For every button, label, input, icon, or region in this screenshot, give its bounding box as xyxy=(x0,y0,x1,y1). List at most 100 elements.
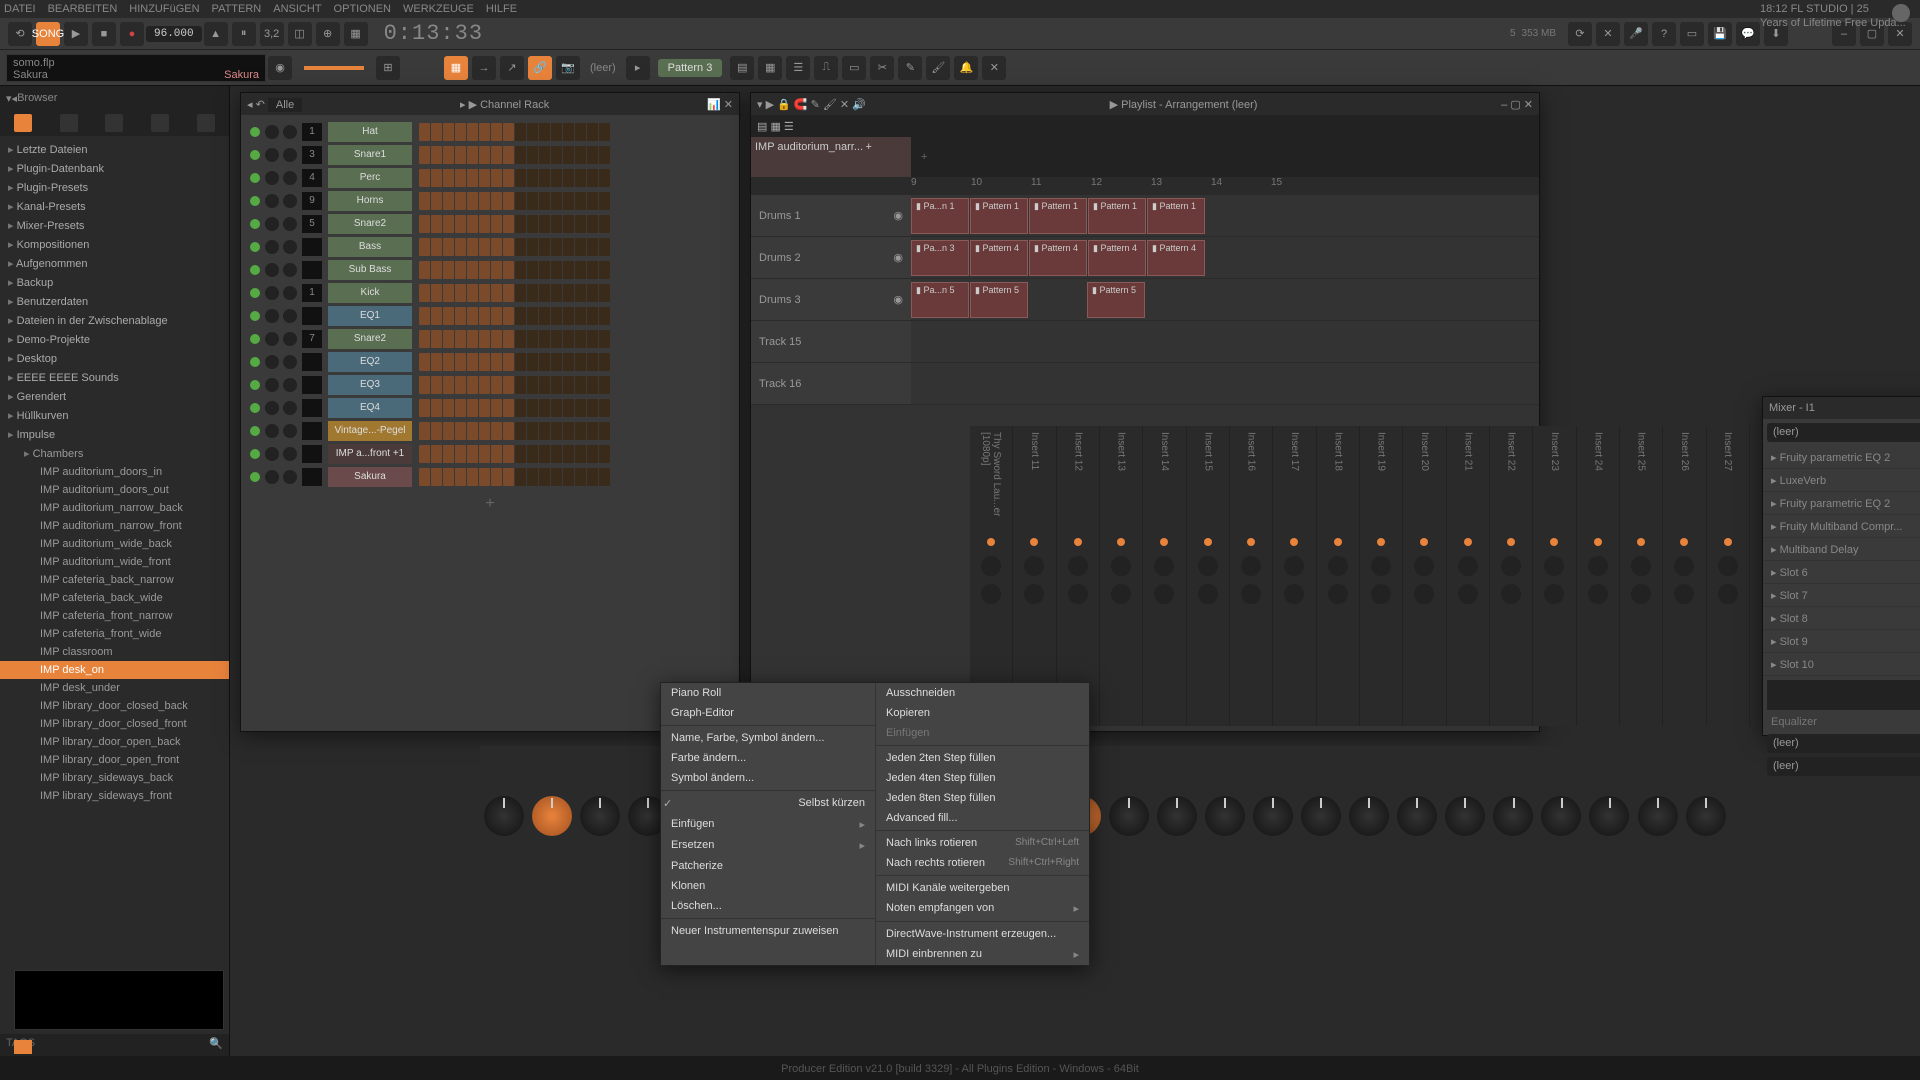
metronome-icon[interactable]: ▲ xyxy=(204,22,228,46)
menu-optionen[interactable]: OPTIONEN xyxy=(334,0,391,18)
insert-pan-knob[interactable] xyxy=(1458,556,1478,576)
channel-name-button[interactable]: Snare2 xyxy=(328,214,412,234)
step-cell[interactable] xyxy=(515,376,526,394)
step-cell[interactable] xyxy=(479,169,490,187)
eq-preview[interactable] xyxy=(1767,680,1920,710)
insert-pan-knob[interactable] xyxy=(1284,556,1304,576)
send-knob[interactable] xyxy=(1686,796,1726,836)
step-cell[interactable] xyxy=(551,146,562,164)
channel-pan-knob[interactable] xyxy=(265,240,279,254)
insert-pan-knob[interactable] xyxy=(981,556,1001,576)
channel-vol-knob[interactable] xyxy=(283,194,297,208)
tree-folder[interactable]: Impulse xyxy=(0,425,229,444)
step-cell[interactable] xyxy=(551,192,562,210)
step-cell[interactable] xyxy=(587,169,598,187)
step-cell[interactable] xyxy=(467,284,478,302)
insert-led[interactable] xyxy=(1680,538,1688,546)
menu-item[interactable]: Patcherize xyxy=(661,856,875,876)
playlist-clip[interactable]: ▮ Pattern 5 xyxy=(970,282,1028,318)
mixer-insert[interactable]: Thy Sword Lau...er [1080p] xyxy=(970,426,1013,726)
sync-icon[interactable]: ⟳ xyxy=(1568,22,1592,46)
insert-knob[interactable] xyxy=(1241,584,1261,604)
channel-name-button[interactable]: Sub Bass xyxy=(328,260,412,280)
send-knob[interactable] xyxy=(1397,796,1437,836)
step-cell[interactable] xyxy=(419,353,430,371)
step-cell[interactable] xyxy=(587,284,598,302)
mixer-insert[interactable]: Insert 26 xyxy=(1663,426,1706,726)
channel-name-button[interactable]: Bass xyxy=(328,237,412,257)
insert-led[interactable] xyxy=(1724,538,1732,546)
channel-pan-knob[interactable] xyxy=(265,125,279,139)
menu-item[interactable]: Ersetzen▸ xyxy=(661,835,875,856)
playlist-ruler[interactable]: 9101112131415 xyxy=(751,177,1539,195)
tree-folder[interactable]: Mixer-Presets xyxy=(0,216,229,235)
channel-vol-knob[interactable] xyxy=(283,171,297,185)
step-cell[interactable] xyxy=(455,376,466,394)
step-cell[interactable] xyxy=(515,123,526,141)
menu-datei[interactable]: DATEI xyxy=(4,0,36,18)
add-clip-icon[interactable]: + xyxy=(866,141,872,153)
step-cell[interactable] xyxy=(419,238,430,256)
step-cell[interactable] xyxy=(527,169,538,187)
channel-name-button[interactable]: EQ2 xyxy=(328,352,412,372)
step-cell[interactable] xyxy=(419,445,430,463)
playlist-audio-icon[interactable]: 🔊 xyxy=(852,99,866,111)
step-cell[interactable] xyxy=(563,399,574,417)
tree-folder[interactable]: Demo-Projekte xyxy=(0,330,229,349)
step-cell[interactable] xyxy=(515,307,526,325)
playlist-play-icon[interactable]: ▶ xyxy=(1110,99,1118,111)
step-cell[interactable] xyxy=(527,330,538,348)
step-cell[interactable] xyxy=(467,238,478,256)
track-lane[interactable]: ▮ Pa...n 1▮ Pattern 1▮ Pattern 1▮ Patter… xyxy=(911,195,1539,236)
menu-bearbeiten[interactable]: BEARBEITEN xyxy=(48,0,118,18)
insert-knob[interactable] xyxy=(1154,584,1174,604)
playlist-clip[interactable]: ▮ Pattern 4 xyxy=(1147,240,1205,276)
chrack-graph-icon[interactable]: 📊 xyxy=(707,99,721,111)
step-cell[interactable] xyxy=(431,468,442,486)
step-cell[interactable] xyxy=(563,445,574,463)
tree-file[interactable]: IMP classroom xyxy=(0,643,229,661)
step-cell[interactable] xyxy=(431,445,442,463)
step-cell[interactable] xyxy=(551,376,562,394)
track-lane[interactable]: ▮ Pa...n 3▮ Pattern 4▮ Pattern 4▮ Patter… xyxy=(911,237,1539,278)
tb-tool2-icon[interactable]: ✎ xyxy=(898,56,922,80)
menu-item[interactable]: MIDI einbrennen zu▸ xyxy=(876,944,1089,965)
step-cell[interactable] xyxy=(527,261,538,279)
mixer-insert[interactable]: Insert 17 xyxy=(1273,426,1316,726)
ruler-mark[interactable]: 14 xyxy=(1211,177,1271,195)
step-cell[interactable] xyxy=(599,353,610,371)
step-cell[interactable] xyxy=(563,307,574,325)
step-cell[interactable] xyxy=(431,353,442,371)
step-cell[interactable] xyxy=(527,146,538,164)
step-cell[interactable] xyxy=(551,123,562,141)
view-channelrack-button[interactable]: ↗ xyxy=(500,56,524,80)
menu-item[interactable]: Löschen... xyxy=(661,896,875,916)
step-cell[interactable] xyxy=(539,238,550,256)
channel-pan-knob[interactable] xyxy=(265,332,279,346)
insert-knob[interactable] xyxy=(1458,584,1478,604)
step-cell[interactable] xyxy=(443,238,454,256)
channel-route-number[interactable] xyxy=(302,307,322,325)
step-cell[interactable] xyxy=(491,422,502,440)
channel-route-number[interactable] xyxy=(302,261,322,279)
browser-tree[interactable]: Letzte DateienPlugin-DatenbankPlugin-Pre… xyxy=(0,136,229,1034)
channel-pan-knob[interactable] xyxy=(265,286,279,300)
step-cell[interactable] xyxy=(419,215,430,233)
master-vol-slider[interactable] xyxy=(304,66,364,70)
mixer-insert[interactable]: Insert 15 xyxy=(1187,426,1230,726)
step-cell[interactable] xyxy=(479,353,490,371)
step-cell[interactable] xyxy=(431,376,442,394)
menu-item[interactable]: Nach rechts rotierenShift+Ctrl+Right xyxy=(876,853,1089,873)
step-cell[interactable] xyxy=(479,284,490,302)
time-display[interactable]: 0:13:33 xyxy=(370,21,497,46)
step-cell[interactable] xyxy=(539,169,550,187)
insert-knob[interactable] xyxy=(1501,584,1521,604)
playlist-clip[interactable]: ▮ Pattern 4 xyxy=(970,240,1028,276)
channel-pan-knob[interactable] xyxy=(265,148,279,162)
ruler-mark[interactable]: 10 xyxy=(971,177,1031,195)
insert-knob[interactable] xyxy=(1284,584,1304,604)
step-cell[interactable] xyxy=(431,169,442,187)
channel-name-button[interactable]: EQ4 xyxy=(328,398,412,418)
tree-file[interactable]: IMP auditorium_doors_out xyxy=(0,481,229,499)
channel-route-number[interactable]: 1 xyxy=(302,284,322,302)
